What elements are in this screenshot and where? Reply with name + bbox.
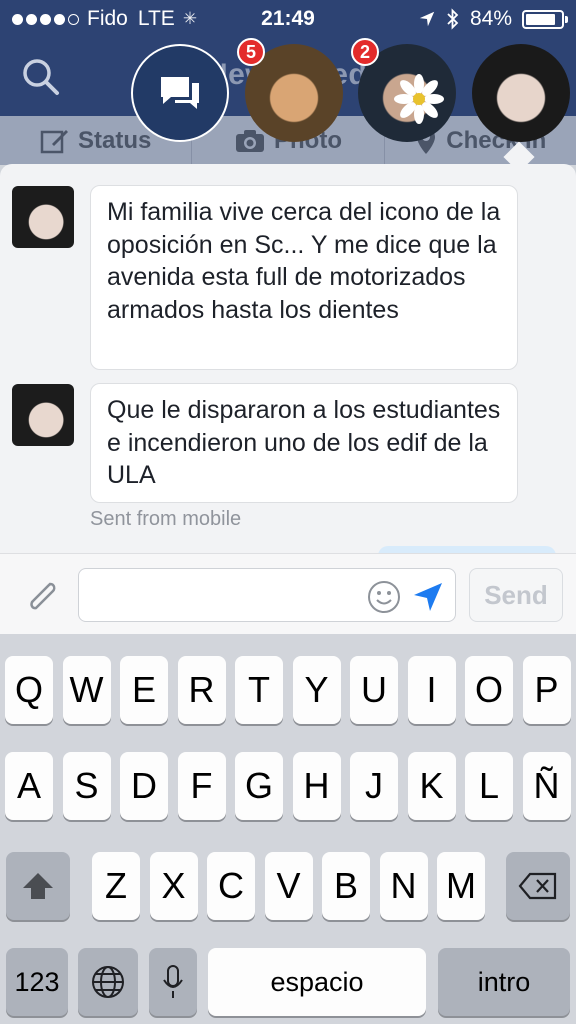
edit-icon <box>40 130 68 154</box>
send-button[interactable]: Send <box>469 568 563 622</box>
battery-level <box>526 13 555 25</box>
sent-from-mobile-note: Sent from mobile <box>90 508 242 530</box>
key-i[interactable]: I <box>407 656 456 724</box>
message-composer: Send <box>0 553 576 634</box>
key-f[interactable]: F <box>177 752 226 820</box>
chat-head-avatar-active[interactable] <box>472 44 570 142</box>
bluetooth-icon <box>447 8 459 30</box>
backspace-icon <box>518 872 557 900</box>
key-h[interactable]: H <box>292 752 341 820</box>
key-v[interactable]: V <box>264 852 313 920</box>
key-q[interactable]: Q <box>5 656 53 724</box>
key-l[interactable]: L <box>465 752 513 820</box>
key-ñ[interactable]: Ñ <box>522 752 571 820</box>
dictation-key[interactable] <box>149 948 197 1016</box>
key-u[interactable]: U <box>350 656 398 724</box>
key-c[interactable]: C <box>207 852 255 920</box>
chat-head-photo <box>472 44 570 142</box>
smiley-icon[interactable] <box>367 580 401 614</box>
battery-icon <box>522 9 568 29</box>
shift-icon <box>23 873 53 899</box>
key-m[interactable]: M <box>437 852 485 920</box>
key-k[interactable]: K <box>407 752 456 820</box>
key-a[interactable]: A <box>5 752 53 820</box>
unread-count-badge: 5 <box>237 38 265 66</box>
key-w[interactable]: W <box>62 656 111 724</box>
backspace-key[interactable] <box>506 852 570 920</box>
key-d[interactable]: D <box>120 752 168 820</box>
paperclip-icon[interactable] <box>20 574 62 616</box>
chat-bubbles-icon <box>161 77 199 109</box>
daisy-flower-icon <box>394 74 444 124</box>
battery-percent: 84% <box>469 7 512 30</box>
location-arrow-icon[interactable] <box>411 580 445 614</box>
messages-chat-head[interactable] <box>131 44 229 142</box>
status-action-label: Status <box>77 127 152 154</box>
shift-key[interactable] <box>6 852 70 920</box>
location-arrow-icon <box>419 11 435 27</box>
search-icon[interactable] <box>20 56 62 98</box>
key-o[interactable]: O <box>465 656 513 724</box>
key-e[interactable]: E <box>120 656 168 724</box>
status-right: 84% <box>418 7 568 31</box>
key-j[interactable]: J <box>350 752 398 820</box>
key-t[interactable]: T <box>235 656 283 724</box>
space-key[interactable]: espacio <box>208 948 426 1016</box>
globe-icon <box>92 966 124 998</box>
globe-key[interactable] <box>78 948 138 1016</box>
key-y[interactable]: Y <box>292 656 341 724</box>
key-x[interactable]: X <box>149 852 198 920</box>
microphone-icon <box>163 965 183 998</box>
avatar[interactable] <box>12 186 74 248</box>
message-input[interactable] <box>89 577 359 613</box>
status-bar: Fido LTE ✳ 21:49 84% <box>0 0 576 38</box>
keyboard: QWERTYUIOP ASDFGHJKLÑ ZXCVBNM 123 espaci… <box>0 634 576 1024</box>
key-z[interactable]: Z <box>92 852 140 920</box>
message-input-box[interactable] <box>78 568 456 622</box>
key-r[interactable]: R <box>177 656 226 724</box>
return-key[interactable]: intro <box>438 948 570 1016</box>
key-g[interactable]: G <box>235 752 283 820</box>
avatar-photo <box>12 384 74 446</box>
numbers-key[interactable]: 123 <box>6 948 68 1016</box>
message-bubble[interactable]: Mi familia vive cerca del icono de la op… <box>90 185 518 370</box>
message-bubble[interactable]: Que le dispararon a los estudiantes e in… <box>90 383 518 503</box>
avatar[interactable] <box>12 384 74 446</box>
key-p[interactable]: P <box>522 656 571 724</box>
key-b[interactable]: B <box>322 852 370 920</box>
key-n[interactable]: N <box>379 852 428 920</box>
avatar-photo <box>12 186 74 248</box>
key-s[interactable]: S <box>62 752 111 820</box>
unread-count-badge: 2 <box>351 38 379 66</box>
camera-icon <box>236 130 264 152</box>
